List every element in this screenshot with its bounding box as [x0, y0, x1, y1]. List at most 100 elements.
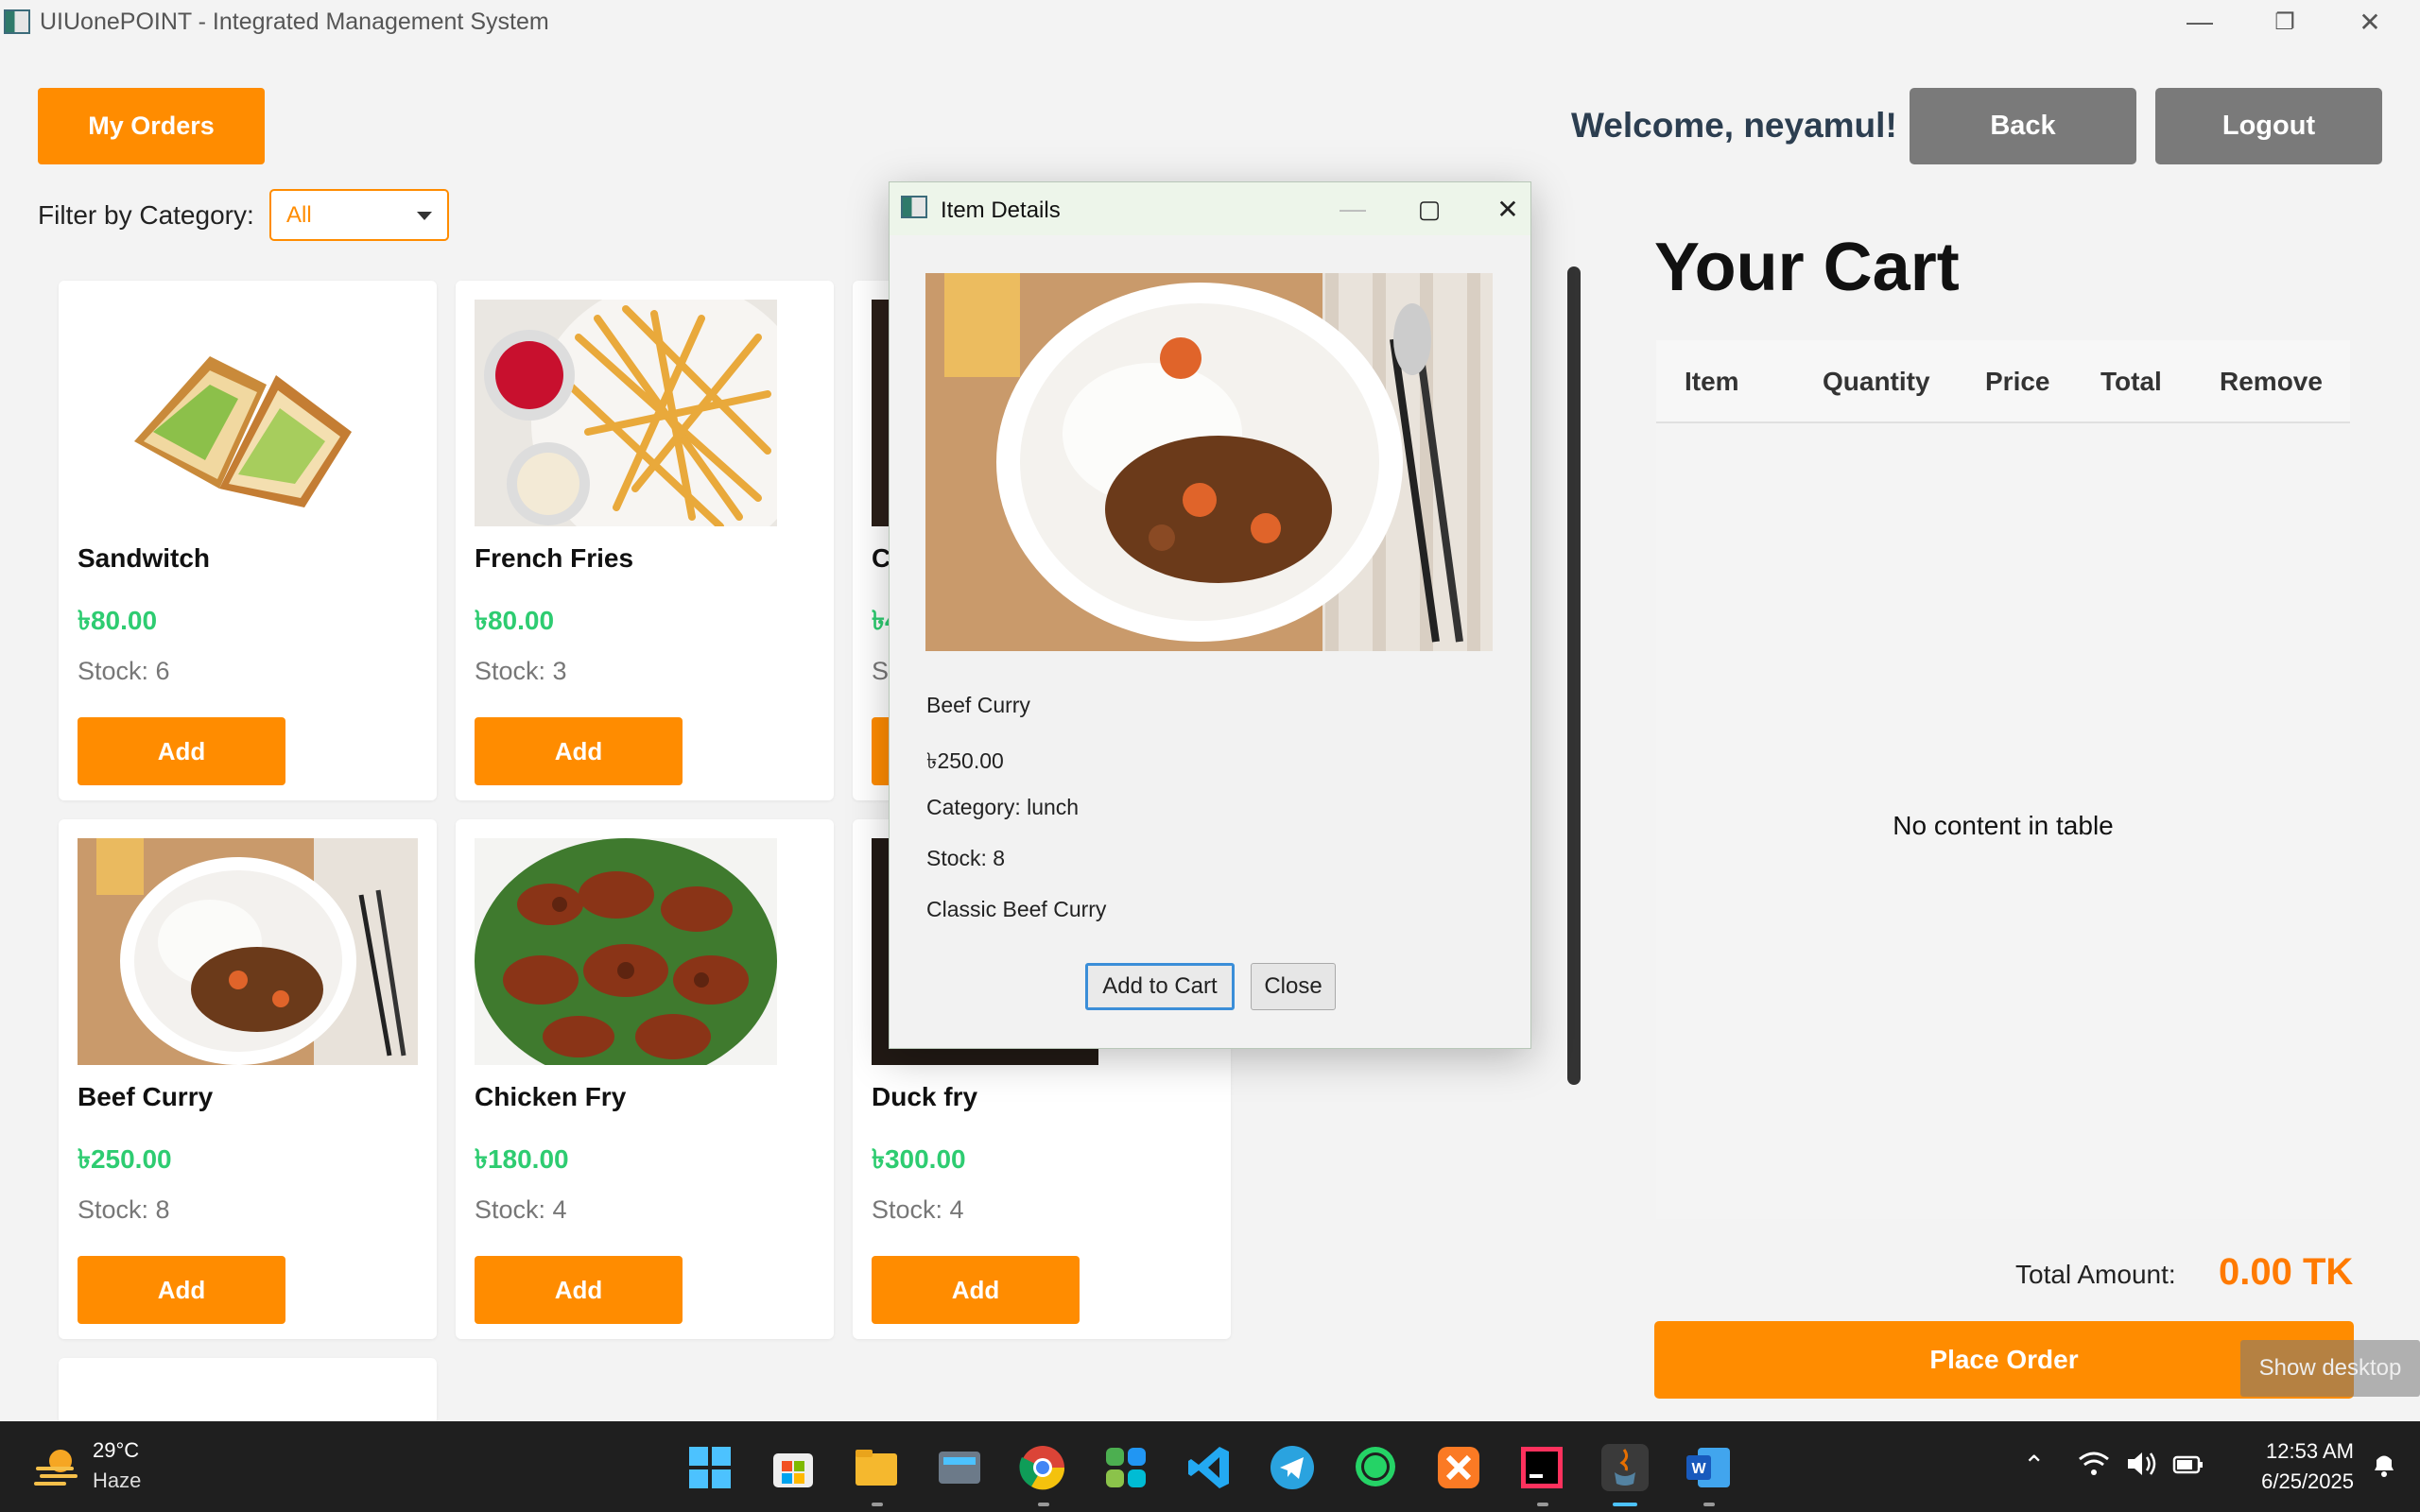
- dialog-maximize-button[interactable]: ▢: [1396, 182, 1462, 235]
- item-stock: Stock: 8: [926, 846, 1006, 870]
- java-app-icon[interactable]: [1601, 1444, 1649, 1491]
- column-quantity[interactable]: Quantity: [1823, 367, 1930, 397]
- column-total[interactable]: Total: [2100, 367, 2162, 397]
- column-item[interactable]: Item: [1685, 367, 1739, 397]
- category-select-value: All: [286, 201, 312, 228]
- product-name: Beef Curry: [78, 1082, 214, 1111]
- intellij-icon[interactable]: [1518, 1444, 1565, 1491]
- svg-text:W: W: [1691, 1461, 1706, 1477]
- add-button[interactable]: Add: [475, 717, 683, 785]
- item-category: Category: lunch: [926, 795, 1080, 819]
- product-card[interactable]: [59, 1358, 437, 1424]
- total-amount-value: 0.00 TK: [2219, 1251, 2354, 1293]
- filter-label: Filter by Category:: [38, 200, 254, 230]
- clock-date: 6/25/2025: [2261, 1469, 2354, 1493]
- back-button[interactable]: Back: [1910, 88, 2136, 164]
- cart-table[interactable]: Item Quantity Price Total Remove No cont…: [1656, 340, 2350, 1219]
- taskbar: 29°C Haze W ⌃ 12:53 AM 6/25/2025: [0, 1421, 2420, 1512]
- file-explorer-icon[interactable]: [853, 1444, 900, 1491]
- logout-button[interactable]: Logout: [2155, 88, 2382, 164]
- chicken-fry-image: [475, 838, 777, 1065]
- add-button[interactable]: Add: [475, 1256, 683, 1324]
- product-price: ৳80.00: [475, 606, 555, 635]
- taskbar-indicator: [1703, 1503, 1715, 1506]
- window-title: UIUonePOINT - Integrated Management Syst…: [40, 8, 549, 35]
- window-title-bar: UIUonePOINT - Integrated Management Syst…: [0, 0, 2420, 43]
- word-icon[interactable]: W: [1685, 1444, 1732, 1491]
- add-button[interactable]: Add: [872, 1256, 1080, 1324]
- chevron-up-icon[interactable]: ⌃: [2023, 1450, 2045, 1481]
- welcome-text: Welcome, neyamul!: [1571, 106, 1897, 145]
- french-fries-image: [475, 300, 777, 526]
- product-stock: Stock: 4: [872, 1195, 964, 1224]
- my-orders-button[interactable]: My Orders: [38, 88, 265, 164]
- add-button[interactable]: Add: [78, 717, 285, 785]
- category-select[interactable]: All: [269, 189, 449, 241]
- product-card[interactable]: Beef Curry ৳250.00 Stock: 8 Add: [59, 819, 437, 1339]
- dialog-title-bar: Item Details — ▢ ✕: [890, 182, 1530, 235]
- product-name: Chicken Fry: [475, 1082, 627, 1111]
- vscode-icon[interactable]: [1185, 1444, 1233, 1491]
- battery-icon[interactable]: [2172, 1450, 2204, 1485]
- close-button[interactable]: Close: [1251, 963, 1336, 1010]
- product-price: ৳180.00: [475, 1144, 569, 1174]
- taskbar-indicator: [1038, 1503, 1049, 1506]
- total-amount-label: Total Amount:: [2015, 1260, 2176, 1289]
- product-price: ৳300.00: [872, 1144, 966, 1174]
- show-desktop-tooltip: Show desktop: [2240, 1340, 2420, 1397]
- clock-time: 12:53 AM: [2266, 1439, 2354, 1463]
- haze-weather-icon[interactable]: [34, 1444, 81, 1487]
- item-price: ৳250.00: [926, 748, 1004, 773]
- product-price: ৳250.00: [78, 1144, 172, 1174]
- item-image: [925, 273, 1493, 651]
- item-details-dialog: Item Details — ▢ ✕ Beef Curry ৳250.00 Ca…: [889, 181, 1531, 1049]
- beef-curry-image: [78, 838, 418, 1065]
- scrollbar[interactable]: [1567, 266, 1581, 1085]
- start-windows-icon[interactable]: [686, 1444, 734, 1491]
- taskbar-indicator: [872, 1503, 883, 1506]
- chrome-icon[interactable]: [1019, 1444, 1066, 1491]
- sandwich-image: [78, 300, 380, 526]
- product-name: French Fries: [475, 543, 634, 573]
- taskbar-indicator: [1537, 1503, 1548, 1506]
- whatsapp-icon[interactable]: [1352, 1444, 1399, 1491]
- restore-button[interactable]: ❐: [2242, 0, 2327, 43]
- microsoft-store-icon[interactable]: [769, 1444, 817, 1491]
- volume-icon[interactable]: [2125, 1450, 2159, 1485]
- keyboard-app-icon[interactable]: [936, 1444, 983, 1491]
- dialog-close-icon[interactable]: ✕: [1485, 182, 1530, 235]
- product-name: Duck fry: [872, 1082, 978, 1111]
- taskbar-clock[interactable]: 12:53 AM 6/25/2025: [2212, 1436, 2354, 1497]
- product-name: Sandwitch: [78, 543, 211, 573]
- dialog-minimize-button[interactable]: —: [1320, 182, 1386, 235]
- cart-table-header: Item Quantity Price Total Remove: [1656, 340, 2350, 423]
- empty-table-message: No content in table: [1893, 811, 2114, 840]
- widgets-app-icon[interactable]: [1102, 1444, 1150, 1491]
- app-icon: [901, 196, 927, 218]
- wifi-icon[interactable]: [2078, 1450, 2110, 1485]
- notification-icon[interactable]: [2371, 1450, 2397, 1485]
- product-card[interactable]: French Fries ৳80.00 Stock: 3 Add: [456, 281, 834, 800]
- weather-temperature[interactable]: 29°C: [93, 1438, 139, 1463]
- close-window-button[interactable]: ✕: [2327, 0, 2412, 43]
- dialog-title: Item Details: [941, 198, 1061, 223]
- column-price[interactable]: Price: [1985, 367, 2050, 397]
- product-card[interactable]: Sandwitch ৳80.00 Stock: 6 Add: [59, 281, 437, 800]
- column-remove[interactable]: Remove: [2220, 367, 2323, 397]
- cart-title: Your Cart: [1654, 230, 1960, 305]
- chevron-down-icon: [417, 212, 432, 220]
- product-stock: Stock: 4: [475, 1195, 567, 1224]
- xampp-icon[interactable]: [1435, 1444, 1482, 1491]
- product-stock: Stock: 3: [475, 657, 567, 685]
- weather-description[interactable]: Haze: [93, 1469, 141, 1493]
- item-name: Beef Curry: [926, 693, 1030, 717]
- add-to-cart-button[interactable]: Add to Cart: [1085, 963, 1235, 1010]
- add-button[interactable]: Add: [78, 1256, 285, 1324]
- taskbar-active-indicator: [1613, 1503, 1637, 1506]
- product-price: ৳80.00: [78, 606, 158, 635]
- product-card[interactable]: Chicken Fry ৳180.00 Stock: 4 Add: [456, 819, 834, 1339]
- product-stock: Stock: 6: [78, 657, 170, 685]
- telegram-icon[interactable]: [1269, 1444, 1316, 1491]
- app-icon: [4, 9, 30, 34]
- minimize-button[interactable]: —: [2157, 0, 2242, 43]
